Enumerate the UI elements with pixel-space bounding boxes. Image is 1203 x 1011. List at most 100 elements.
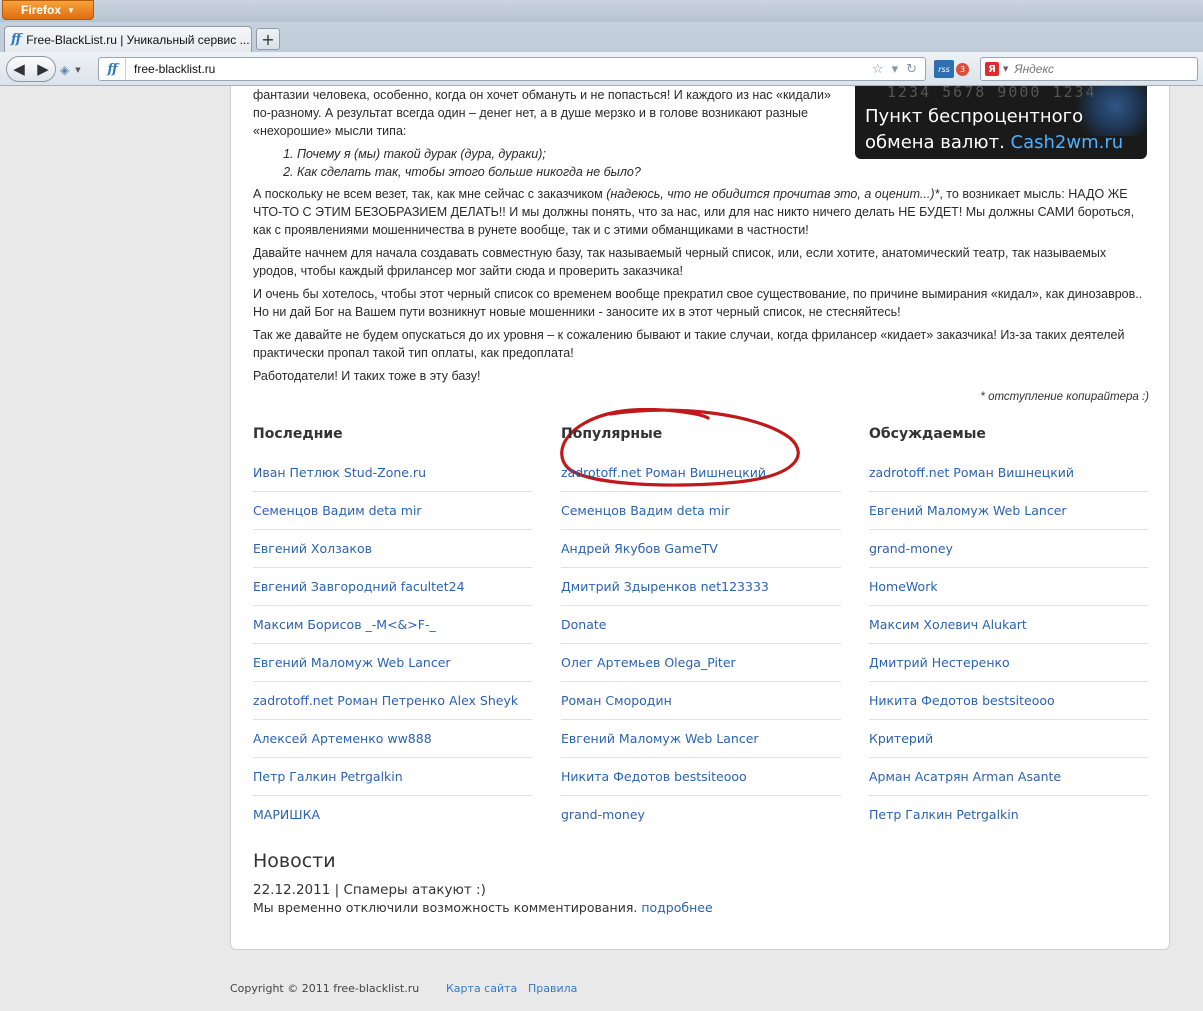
list-item: zadrotoff.net Роман Петренко Alex Sheyk xyxy=(253,682,533,720)
list-item: Иван Петлюк Stud-Zone.ru xyxy=(253,454,533,492)
column-discussed: Обсуждаемые zadrotoff.net Роман Вишнецки… xyxy=(869,422,1149,833)
reload-icon[interactable]: ↻ xyxy=(906,62,917,77)
url-text[interactable]: free-blacklist.ru xyxy=(126,62,872,76)
tab-title: Free-BlackList.ru | Уникальный сервис ..… xyxy=(26,32,250,47)
list-item: Петр Галкин Petrgalkin xyxy=(869,796,1149,833)
entry-link[interactable]: Максим Холевич Alukart xyxy=(869,617,1027,632)
list-item: Максим Борисов _-M<&>F-_ xyxy=(253,606,533,644)
copywriter-note: * отступление копирайтера :) xyxy=(980,391,1149,403)
site-favicon-icon: ff xyxy=(107,61,117,77)
firefox-menu-button[interactable]: Firefox ▼ xyxy=(2,0,94,20)
blacklist-columns: Последние Иван Петлюк Stud-Zone.ru Семен… xyxy=(253,408,1153,833)
entry-link[interactable]: Олег Артемьев Olega_Piter xyxy=(561,655,736,670)
entry-link[interactable]: grand-money xyxy=(869,541,953,556)
paragraph-italic-text: (надеюсь, что не обидится прочитав это, … xyxy=(606,187,940,201)
entry-link[interactable]: МАРИШКА xyxy=(253,807,320,822)
chevron-down-icon[interactable]: ▼ xyxy=(1003,65,1008,73)
news-title: Новости xyxy=(253,850,336,872)
column-title-discussed: Обсуждаемые xyxy=(869,426,986,442)
news-body-text: Мы временно отключили возможность коммен… xyxy=(253,900,638,915)
news-body: Мы временно отключили возможность коммен… xyxy=(253,900,1151,915)
site-favicon-icon: ff xyxy=(11,32,21,47)
bookmark-star-icon[interactable]: ☆ xyxy=(872,62,884,77)
list-item: Петр Галкин Petrgalkin xyxy=(253,758,533,796)
list-item: Максим Холевич Alukart xyxy=(869,606,1149,644)
list-item: HomeWork xyxy=(869,568,1149,606)
list-item: Дмитрий Здыренков net123333 xyxy=(561,568,841,606)
footer-rules-link[interactable]: Правила xyxy=(528,982,577,995)
entry-link[interactable]: Евгений Маломуж Web Lancer xyxy=(561,731,759,746)
address-bar[interactable]: ff free-blacklist.ru ☆ ▾ ↻ xyxy=(98,57,926,81)
banner-line-2: обмена валют. Cash2wm.ru xyxy=(865,132,1123,153)
entry-link[interactable]: Donate xyxy=(561,617,606,632)
thought-item: Как сделать так, чтобы этого больше нико… xyxy=(297,163,1151,181)
banner-card-digits: 1234 5678 9000 1234 xyxy=(887,86,1097,101)
search-bar[interactable]: Я ▼ xyxy=(980,57,1198,81)
yandex-icon[interactable]: Я xyxy=(985,62,999,76)
news-more-link[interactable]: подробнее xyxy=(641,900,712,915)
banner-line-2-text: обмена валют. xyxy=(865,132,1005,153)
entry-link[interactable]: Семенцов Вадим deta mir xyxy=(253,503,422,518)
new-tab-button[interactable]: + xyxy=(256,28,280,50)
entry-link[interactable]: Никита Федотов bestsiteooo xyxy=(869,693,1055,708)
entry-link[interactable]: Петр Галкин Petrgalkin xyxy=(253,769,403,784)
list-item: Евгений Маломуж Web Lancer xyxy=(869,492,1149,530)
list-item: Андрей Якубов GameTV xyxy=(561,530,841,568)
entry-link[interactable]: Максим Борисов _-M<&>F-_ xyxy=(253,617,436,632)
paragraph-text: А поскольку не всем везет, так, как мне … xyxy=(253,187,607,201)
entry-link[interactable]: zadrotoff.net Роман Петренко Alex Sheyk xyxy=(253,693,518,708)
entry-link[interactable]: zadrotoff.net Роман Вишнецкий xyxy=(561,465,766,480)
footer-sitemap-link[interactable]: Карта сайта xyxy=(446,982,517,995)
entry-link[interactable]: Андрей Якубов GameTV xyxy=(561,541,718,556)
entry-link[interactable]: Дмитрий Нестеренко xyxy=(869,655,1010,670)
footer-copyright: Copyright © 2011 free-blacklist.ru xyxy=(230,982,420,995)
entry-link[interactable]: Евгений Маломуж Web Lancer xyxy=(869,503,1067,518)
column-title-popular: Популярные xyxy=(561,426,663,442)
entry-link[interactable]: Роман Смородин xyxy=(561,693,672,708)
forward-arrow-icon[interactable]: ▶ xyxy=(37,60,49,78)
entry-link[interactable]: Дмитрий Здыренков net123333 xyxy=(561,579,769,594)
entry-link[interactable]: Евгений Маломуж Web Lancer xyxy=(253,655,451,670)
news-section: Новости 22.12.2011 | Спамеры атакуют :) … xyxy=(253,850,1151,915)
entry-link[interactable]: grand-money xyxy=(561,807,645,822)
list-item: Евгений Завгородний facultet24 xyxy=(253,568,533,606)
entry-link[interactable]: Никита Федотов bestsiteooo xyxy=(561,769,747,784)
window-titlebar: Firefox ▼ xyxy=(0,0,1203,22)
column-title-latest: Последние xyxy=(253,426,343,442)
entry-link[interactable]: Иван Петлюк Stud-Zone.ru xyxy=(253,465,426,480)
list-item: Арман Асатрян Arman Asante xyxy=(869,758,1149,796)
banner-brand: Cash2wm.ru xyxy=(1010,132,1124,153)
entry-link[interactable]: zadrotoff.net Роман Вишнецкий xyxy=(869,465,1074,480)
list-item: Евгений Маломуж Web Lancer xyxy=(561,720,841,758)
rss-count-badge: 3 xyxy=(956,62,969,76)
banner-line-1: Пункт беспроцентного xyxy=(865,106,1084,127)
history-dropdown-button[interactable]: ◈ ▼ xyxy=(60,61,94,79)
list-item: Олег Артемьев Olega_Piter xyxy=(561,644,841,682)
entry-link[interactable]: Евгений Завгородний facultet24 xyxy=(253,579,465,594)
entry-link[interactable]: Семенцов Вадим deta mir xyxy=(561,503,730,518)
news-headline: 22.12.2011 | Спамеры атакуют :) xyxy=(253,882,1151,898)
entry-link[interactable]: Петр Галкин Petrgalkin xyxy=(869,807,1019,822)
cash2wm-banner[interactable]: 1234 5678 9000 1234 Пункт беспроцентного… xyxy=(855,86,1147,159)
list-item: Критерий xyxy=(869,720,1149,758)
tab-free-blacklist[interactable]: ff Free-BlackList.ru | Уникальный сервис… xyxy=(4,26,252,52)
article-paragraph: А поскольку не всем везет, так, как мне … xyxy=(253,185,1151,239)
article-paragraph: Давайте начнем для начала создавать совм… xyxy=(253,246,1107,278)
dropdown-arrow-icon[interactable]: ▾ xyxy=(892,62,899,77)
entry-link[interactable]: Алексей Артеменко ww888 xyxy=(253,731,432,746)
article-lead-paragraph: фантазии человека, особенно, когда он хо… xyxy=(253,88,831,138)
entry-link[interactable]: HomeWork xyxy=(869,579,938,594)
entry-link[interactable]: Евгений Холзаков xyxy=(253,541,372,556)
rss-feed-button[interactable]: rss 3 xyxy=(934,59,970,79)
back-arrow-icon[interactable]: ◀ xyxy=(13,60,25,78)
entry-link[interactable]: Арман Асатрян Arman Asante xyxy=(869,769,1061,784)
list-item: zadrotoff.net Роман Вишнецкий xyxy=(561,454,841,492)
discussed-list: zadrotoff.net Роман Вишнецкий Евгений Ма… xyxy=(869,454,1149,833)
list-item: Дмитрий Нестеренко xyxy=(869,644,1149,682)
chevron-down-icon: ▼ xyxy=(67,5,75,15)
column-popular: Популярные zadrotoff.net Роман Вишнецкий… xyxy=(561,422,841,833)
page-content: фантазии человека, особенно, когда он хо… xyxy=(230,86,1170,950)
site-identity-button[interactable]: ff xyxy=(99,58,126,80)
entry-link[interactable]: Критерий xyxy=(869,731,933,746)
search-input[interactable] xyxy=(1012,61,1187,77)
